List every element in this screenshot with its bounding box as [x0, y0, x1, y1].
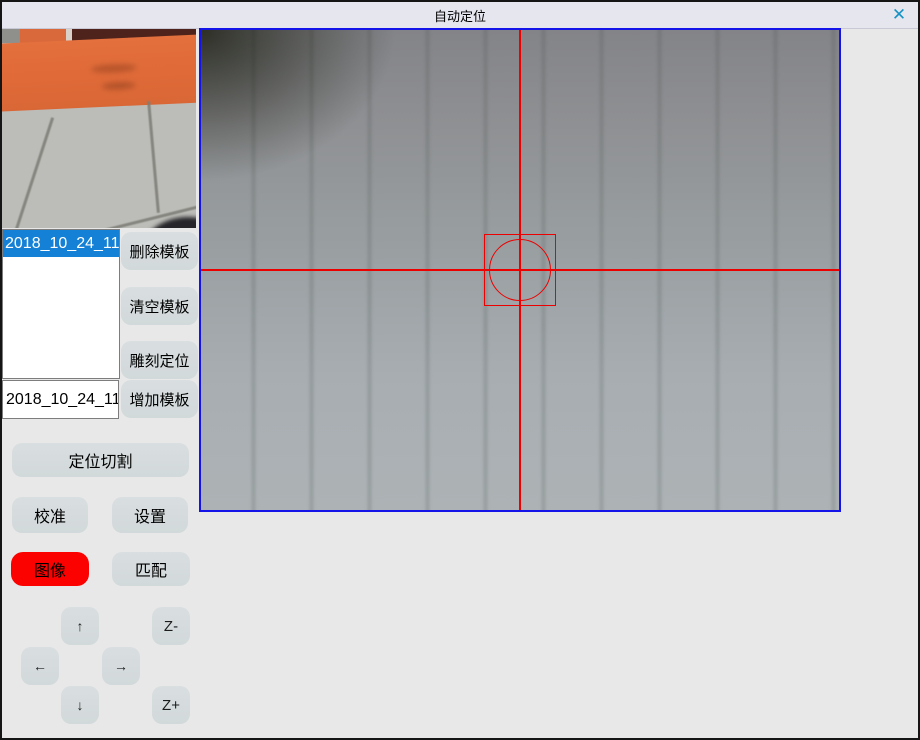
- z-plus-button[interactable]: Z+: [152, 686, 190, 724]
- arrow-right-icon: →: [114, 658, 128, 674]
- target-circle-overlay: [489, 239, 551, 301]
- engrave-position-button[interactable]: 雕刻定位: [121, 341, 198, 379]
- template-preview-image: [2, 29, 196, 228]
- delete-template-button[interactable]: 删除模板: [121, 232, 198, 270]
- jog-right-button[interactable]: →: [102, 647, 140, 685]
- add-template-button[interactable]: 增加模板: [121, 380, 198, 418]
- image-button[interactable]: 图像: [11, 552, 89, 586]
- camera-view[interactable]: [199, 28, 841, 512]
- template-list-item[interactable]: 2018_10_24_11: [3, 230, 119, 257]
- arrow-left-icon: ←: [33, 658, 47, 674]
- settings-button[interactable]: 设置: [112, 497, 188, 533]
- calibrate-button[interactable]: 校准: [12, 497, 88, 533]
- jog-left-button[interactable]: ←: [21, 647, 59, 685]
- template-list[interactable]: 2018_10_24_11: [2, 229, 120, 379]
- z-minus-button[interactable]: Z-: [152, 607, 190, 645]
- thumb-orange-beam: [2, 34, 196, 111]
- template-name-input[interactable]: [2, 380, 119, 419]
- clear-templates-button[interactable]: 清空模板: [121, 287, 198, 325]
- window-title: 自动定位: [434, 6, 486, 25]
- close-icon[interactable]: ✕: [888, 5, 910, 25]
- title-bar: 自动定位 ✕: [2, 2, 918, 29]
- thumb-gray-block: [2, 29, 22, 43]
- arrow-up-icon: ↑: [77, 618, 84, 634]
- thumb-grout-line: [147, 101, 160, 213]
- jog-up-button[interactable]: ↑: [61, 607, 99, 645]
- jog-down-button[interactable]: ↓: [61, 686, 99, 724]
- thumb-grout-line: [5, 117, 54, 228]
- arrow-down-icon: ↓: [77, 697, 84, 713]
- position-cut-button[interactable]: 定位切割: [12, 443, 189, 477]
- match-button[interactable]: 匹配: [112, 552, 190, 586]
